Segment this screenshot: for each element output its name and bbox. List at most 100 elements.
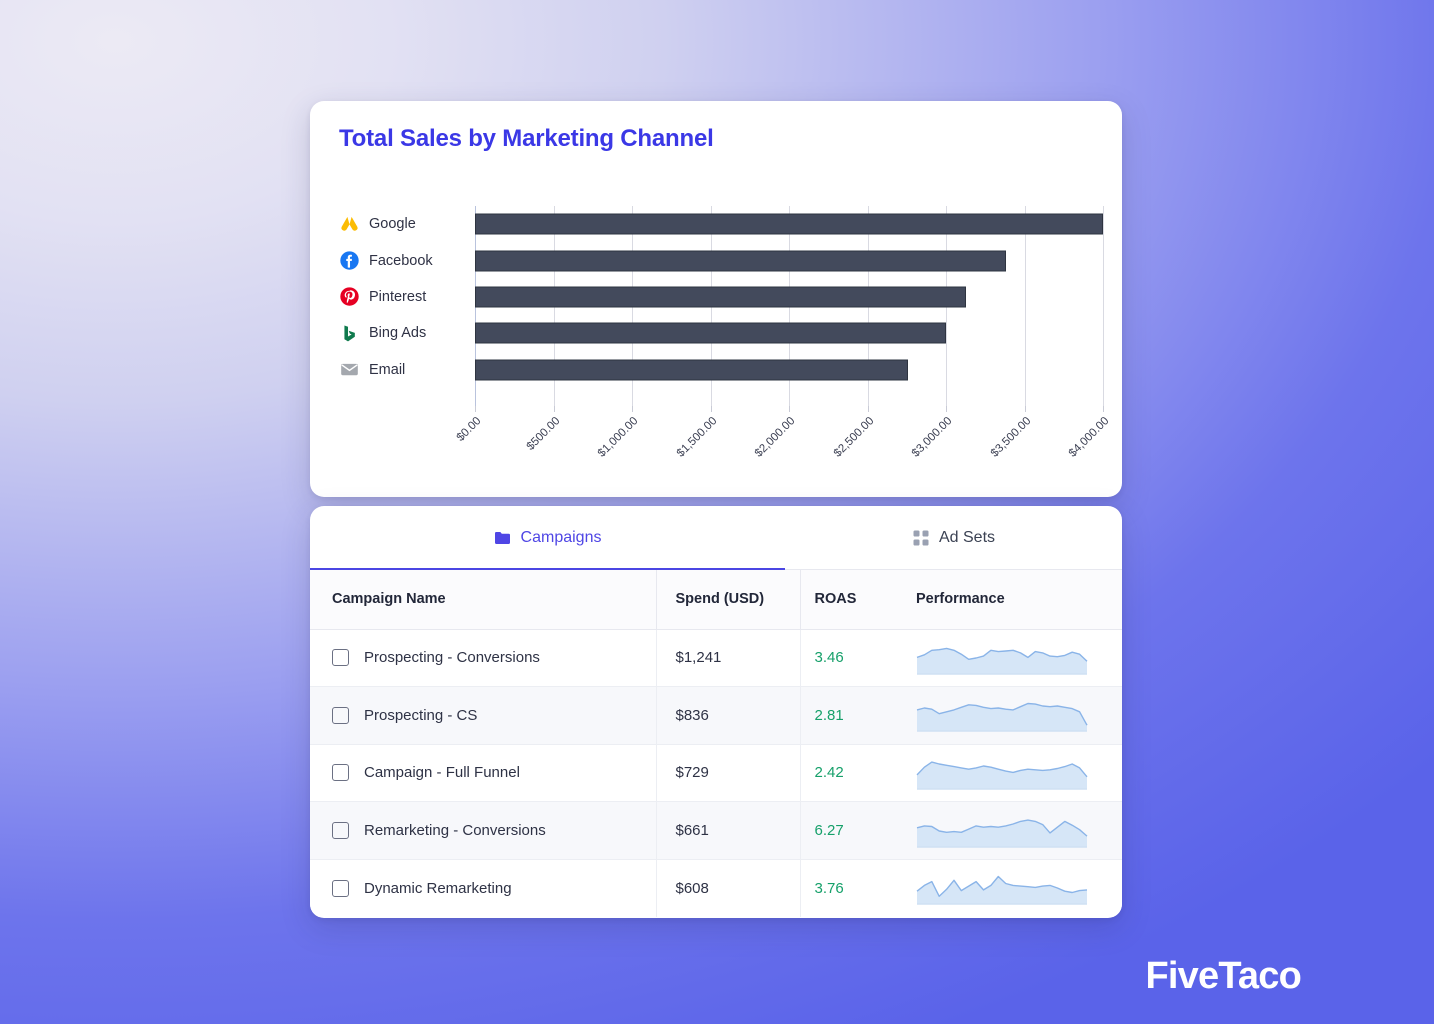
cell-performance	[887, 744, 1122, 803]
row-checkbox[interactable]	[332, 822, 349, 840]
performance-sparkline	[916, 754, 1122, 792]
campaign-name-text: Dynamic Remarketing	[364, 879, 512, 897]
row-checkbox[interactable]	[332, 879, 349, 897]
table-body: Prospecting - Conversions $1,241 3.46 Prosp…	[310, 629, 1122, 917]
tick-mark	[553, 406, 555, 412]
chart-bar-rows: Google Facebook Pinterest Bing Ads Email	[339, 206, 1103, 396]
table-row[interactable]: Campaign - Full Funnel $729 2.42	[310, 744, 1122, 803]
x-axis-tick-label: $4,000.00	[1066, 415, 1112, 460]
tab-ad-sets[interactable]: Ad Sets	[785, 506, 1122, 569]
chart-category-label-text: Facebook	[369, 252, 433, 269]
x-axis-tick-label: $2,000.00	[752, 415, 798, 460]
chart-bar-track	[475, 352, 1103, 388]
cell-performance	[887, 859, 1122, 917]
performance-sparkline	[916, 869, 1122, 907]
tab-ad-sets-label: Ad Sets	[938, 528, 996, 546]
chart-title: Total Sales by Marketing Channel	[339, 125, 714, 152]
cell-spend: $1,241	[655, 629, 800, 688]
tab-campaigns[interactable]: Campaigns	[310, 506, 785, 570]
chart-bar-row: Bing Ads	[339, 315, 1103, 351]
chart-bar-row: Pinterest	[339, 279, 1103, 315]
chart-category-label: Bing Ads	[339, 323, 475, 344]
x-axis-tick-label: $500.00	[524, 415, 562, 453]
campaign-name-text: Campaign - Full Funnel	[364, 764, 520, 782]
cell-roas: 6.27	[799, 801, 887, 860]
performance-sparkline	[916, 639, 1122, 677]
row-checkbox[interactable]	[332, 764, 349, 782]
performance-sparkline	[916, 696, 1122, 734]
row-checkbox[interactable]	[332, 706, 349, 724]
column-header-spend[interactable]: Spend (USD)	[655, 570, 800, 630]
cell-spend: $729	[655, 744, 800, 803]
chart-category-label: Email	[339, 359, 475, 380]
chart-bar-track	[475, 279, 1103, 315]
table-header-row: Campaign Name Spend (USD) ROAS Performan…	[310, 570, 1122, 630]
chart-category-label: Facebook	[339, 250, 475, 271]
cell-roas: 3.76	[799, 859, 887, 917]
cell-performance	[887, 686, 1122, 745]
tick-mark	[475, 406, 476, 412]
cell-roas: 2.81	[799, 686, 887, 745]
cell-spend: $836	[655, 686, 800, 745]
tick-mark	[946, 406, 947, 412]
x-axis-tick-label: $3,000.00	[909, 415, 955, 460]
table-head: Campaign Name Spend (USD) ROAS Performan…	[310, 570, 1122, 630]
chart-bar[interactable]	[475, 250, 1006, 272]
tick-mark	[1103, 406, 1104, 412]
chart-bar[interactable]	[475, 359, 909, 381]
cell-performance	[887, 629, 1122, 688]
folder-icon	[494, 529, 512, 547]
column-header-performance[interactable]: Performance	[887, 570, 1122, 630]
chart-category-label: Pinterest	[339, 286, 475, 307]
cell-campaign-name: Dynamic Remarketing	[310, 859, 656, 917]
chart-category-label-text: Google	[369, 216, 416, 233]
chart-bar[interactable]	[475, 286, 967, 308]
table-row[interactable]: Dynamic Remarketing $608 3.76	[310, 859, 1122, 917]
cell-performance	[887, 801, 1122, 860]
cell-spend: $608	[655, 859, 800, 917]
campaign-name-text: Remarketing - Conversions	[364, 822, 546, 840]
chart-category-label: Google	[339, 214, 475, 235]
tick-mark	[789, 406, 790, 412]
cell-campaign-name: Prospecting - CS	[310, 686, 656, 745]
gridline	[1103, 206, 1104, 406]
column-header-campaign-name[interactable]: Campaign Name	[310, 570, 656, 630]
chart-bar-track	[475, 242, 1103, 278]
cell-campaign-name: Prospecting - Conversions	[310, 629, 656, 688]
fivetaco-logo: FiveTaco	[1145, 955, 1301, 997]
chart-bar-row: Google	[339, 206, 1103, 242]
table-row[interactable]: Prospecting - CS $836 2.81	[310, 686, 1122, 745]
row-checkbox[interactable]	[332, 649, 349, 667]
campaign-name-text: Prospecting - Conversions	[364, 649, 540, 667]
chart-bar-track	[475, 206, 1103, 242]
bing-icon	[339, 323, 360, 344]
performance-sparkline	[916, 812, 1122, 850]
table-row[interactable]: Prospecting - Conversions $1,241 3.46	[310, 629, 1122, 688]
google-ads-icon	[339, 214, 360, 235]
tick-mark	[1024, 406, 1026, 412]
tab-campaigns-label: Campaigns	[520, 528, 602, 546]
x-axis-tick-label: $1,500.00	[674, 415, 719, 460]
grid-icon	[912, 529, 930, 547]
email-icon	[339, 359, 360, 380]
campaign-name-text: Prospecting - CS	[364, 706, 478, 724]
campaigns-table-card: Campaigns Ad Sets Campaign Name Spend (U…	[310, 506, 1122, 918]
cell-spend: $661	[655, 801, 800, 860]
tick-mark	[867, 406, 869, 412]
cell-campaign-name: Remarketing - Conversions	[310, 801, 656, 860]
chart-category-label-text: Bing Ads	[369, 325, 427, 342]
tick-mark	[710, 406, 712, 412]
tick-mark	[632, 406, 633, 412]
x-axis-tick-label: $1,000.00	[595, 415, 641, 460]
chart-bar-row: Email	[339, 352, 1103, 388]
campaigns-table: Campaign Name Spend (USD) ROAS Performan…	[310, 570, 1122, 917]
facebook-icon	[339, 250, 360, 271]
chart-category-label-text: Email	[369, 361, 406, 378]
chart-bar-track	[475, 315, 1103, 351]
tab-bar: Campaigns Ad Sets	[310, 506, 1122, 570]
column-header-roas[interactable]: ROAS	[799, 570, 887, 630]
chart-bar[interactable]	[475, 213, 1103, 235]
chart-bar[interactable]	[475, 322, 946, 344]
table-row[interactable]: Remarketing - Conversions $661 6.27	[310, 801, 1122, 860]
chart-category-label-text: Pinterest	[369, 288, 427, 305]
